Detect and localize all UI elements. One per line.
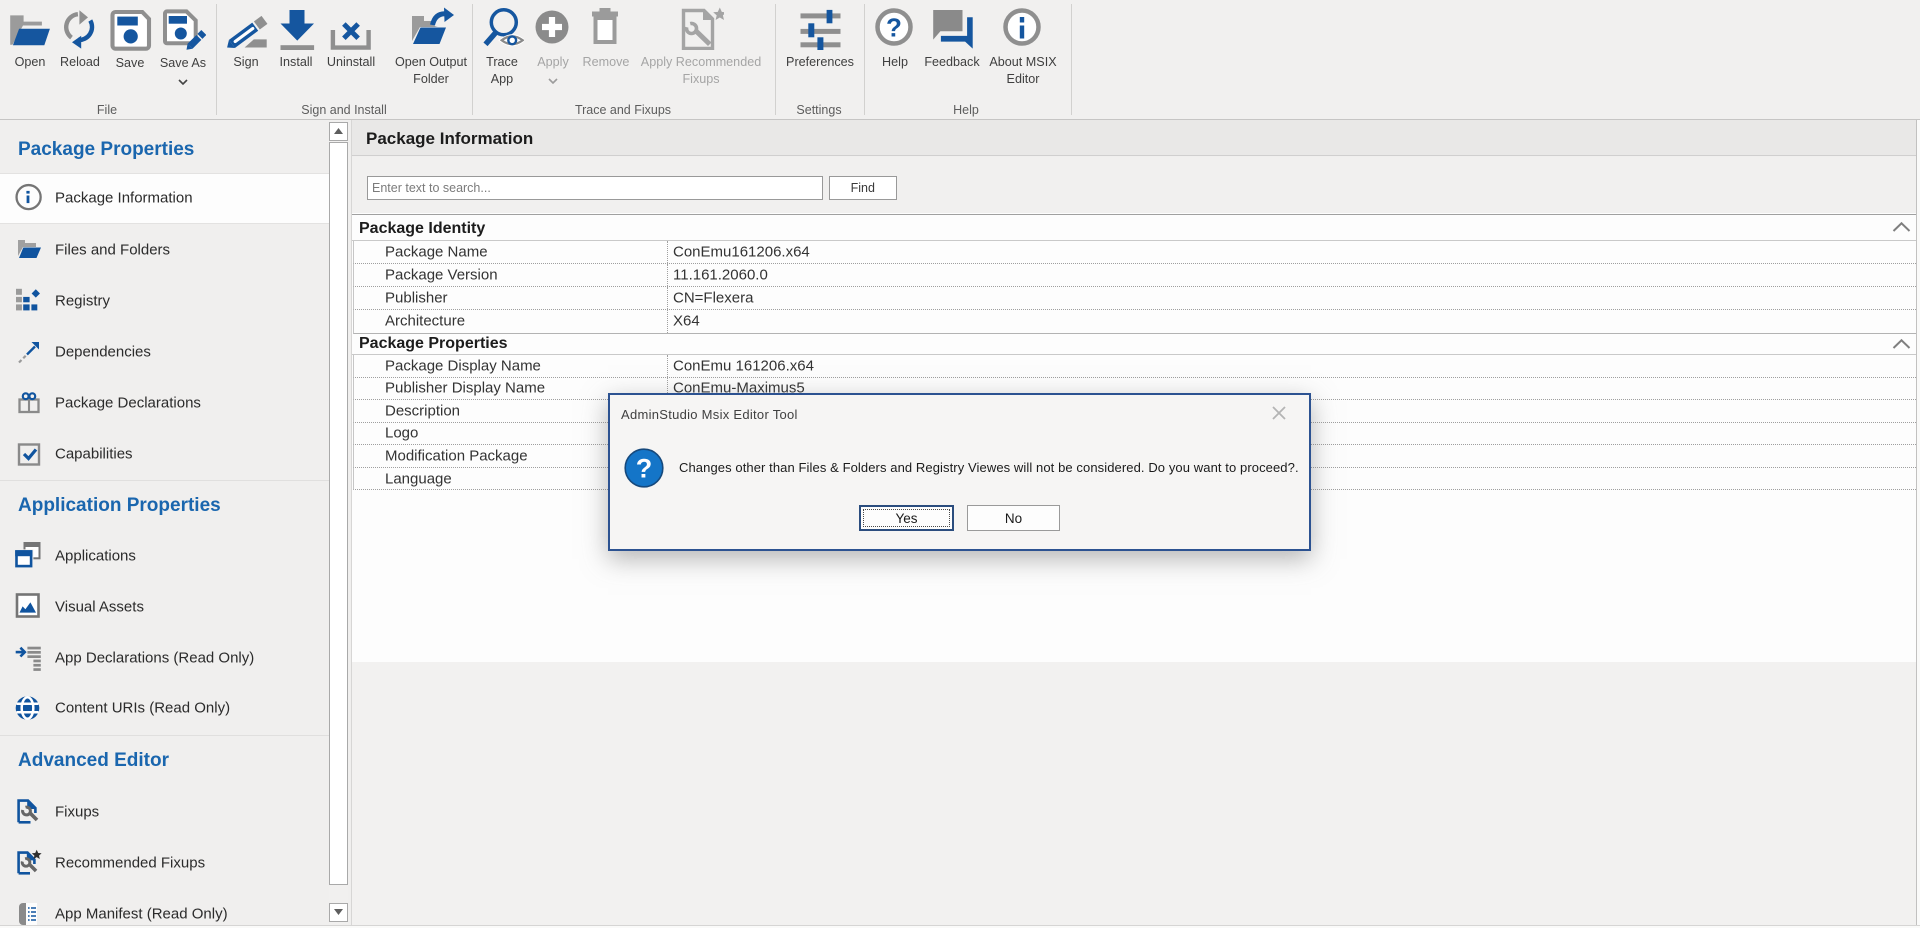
svg-text:?: ? xyxy=(636,454,653,484)
svg-text:?: ? xyxy=(886,13,902,43)
